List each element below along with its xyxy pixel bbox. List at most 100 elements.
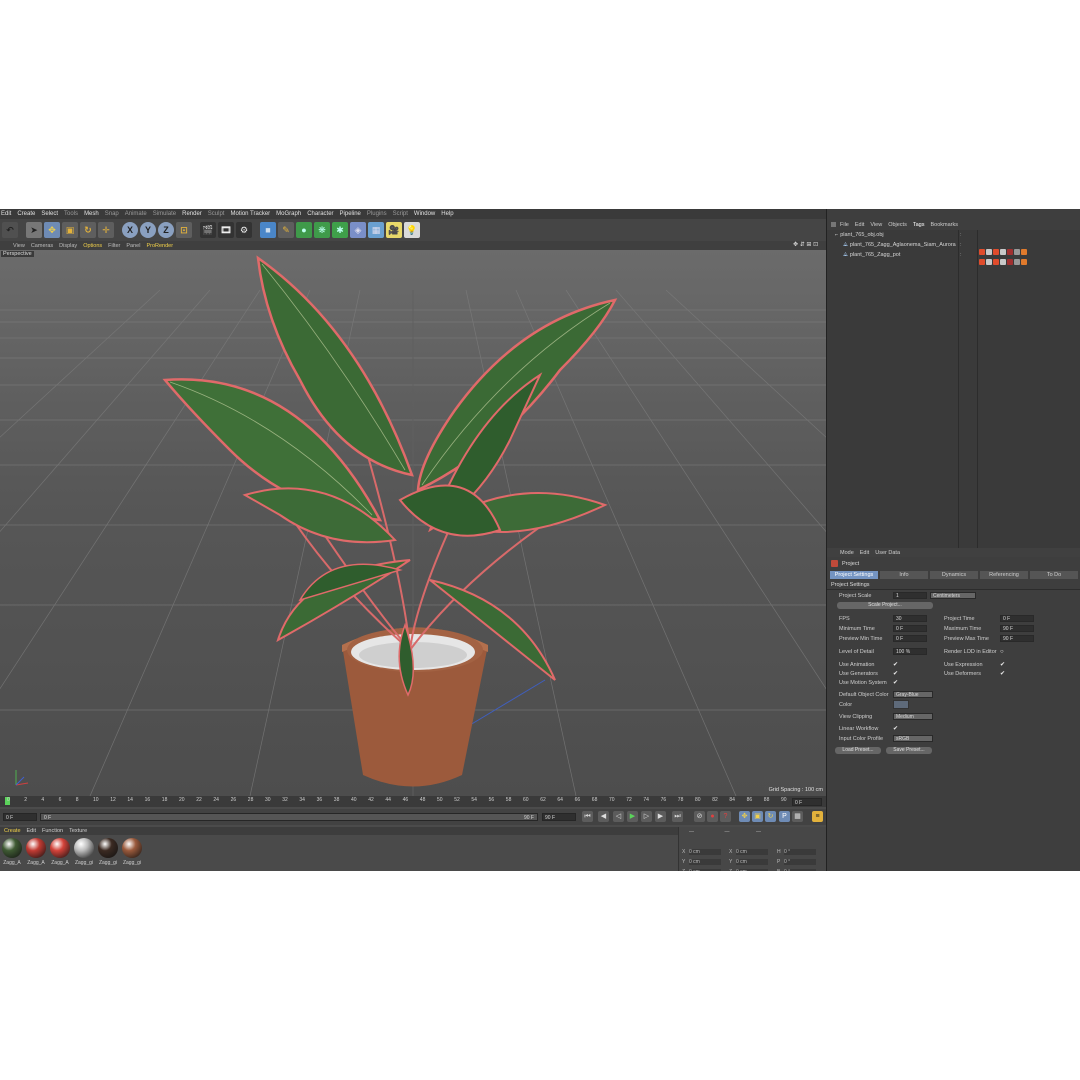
subdivision-icon[interactable]: ● (296, 222, 312, 238)
use-expression-checkbox[interactable]: ✔ (1000, 662, 1006, 668)
rotation-field[interactable]: 0 ° (784, 849, 816, 855)
key-parameter-icon[interactable]: P (779, 811, 790, 822)
material-swatch[interactable]: Zagg_A (49, 838, 71, 870)
x-axis-lock-icon[interactable]: X (122, 222, 138, 238)
render-view-icon[interactable]: 🎬 (200, 222, 216, 238)
menu-item-window[interactable]: Window (414, 211, 435, 217)
size-field[interactable]: 0 cm (736, 869, 768, 871)
select-tool-icon[interactable]: ➤ (26, 222, 42, 238)
material-menu-edit[interactable]: Edit (27, 828, 36, 834)
use-motion-system-checkbox[interactable]: ✔ (893, 680, 899, 686)
level-of-detail-field[interactable]: 100 % (893, 648, 927, 655)
rotate-tool-icon[interactable]: ↻ (80, 222, 96, 238)
project-scale-field[interactable]: 1 (893, 592, 927, 599)
object-menu-tags[interactable]: Tags (913, 222, 925, 228)
array-icon[interactable]: ❋ (314, 222, 330, 238)
record-keys-icon[interactable]: ⊘ (694, 811, 705, 822)
material-tag-icon[interactable] (979, 249, 985, 255)
rotation-field[interactable]: 0 ° (784, 869, 816, 871)
load-preset-button[interactable]: Load Preset... (835, 747, 881, 754)
pen-spline-icon[interactable]: ✎ (278, 222, 294, 238)
menu-item-render[interactable]: Render (182, 211, 202, 217)
object-menu-file[interactable]: File (840, 222, 849, 228)
material-tags[interactable] (979, 249, 1027, 255)
project-scale-unit-dropdown[interactable]: Centimeters (930, 592, 976, 599)
menu-item-character[interactable]: Character (307, 211, 333, 217)
next-key-icon[interactable]: ▶ (655, 811, 666, 822)
fps-field[interactable]: 30 (893, 615, 927, 622)
previous-key-icon[interactable]: ◀ (598, 811, 609, 822)
keyframe-selection-icon[interactable]: ? (720, 811, 731, 822)
visibility-dots-icon[interactable]: : (960, 232, 962, 238)
render-lod-checkbox[interactable]: ○ (1000, 649, 1006, 655)
menu-item-simulate[interactable]: Simulate (153, 211, 176, 217)
viewport-menu-filter[interactable]: Filter (108, 243, 120, 249)
transform-tool-icon[interactable]: ✛ (98, 222, 114, 238)
tab-info[interactable]: Info (880, 571, 928, 579)
object-menu-objects[interactable]: Objects (888, 222, 907, 228)
object-manager-list[interactable]: ⌐ plant_765_obj.obj: ⟁ plant_765_Zagg_Aglao… (827, 230, 1080, 548)
material-tag-icon[interactable] (1000, 259, 1006, 265)
menu-item-tools[interactable]: Tools (64, 211, 78, 217)
input-color-profile-dropdown[interactable]: sRGB (893, 735, 933, 742)
object-menu-edit[interactable]: Edit (855, 222, 864, 228)
menu-item-script[interactable]: Script (393, 211, 408, 217)
scale-project-button[interactable]: Scale Project... (837, 602, 933, 609)
material-tag-icon[interactable] (993, 259, 999, 265)
position-field[interactable]: 0 cm (689, 869, 721, 871)
material-menu-create[interactable]: Create (4, 828, 21, 834)
key-rotation-icon[interactable]: ↻ (765, 811, 776, 822)
menu-item-help[interactable]: Help (441, 211, 453, 217)
menu-item-mesh[interactable]: Mesh (84, 211, 99, 217)
material-tag-icon[interactable] (1014, 249, 1020, 255)
viewport-menu-cameras[interactable]: Cameras (31, 243, 53, 249)
material-tag-icon[interactable] (1021, 249, 1027, 255)
perspective-viewport[interactable]: Perspective Grid Spacing : 100 cm (0, 250, 826, 796)
timeline-frame-field[interactable]: 0 F (792, 798, 822, 806)
object-row[interactable]: ⟁ plant_765_Zagg_Aglaonema_Siam_Aurora: (843, 242, 1027, 255)
render-picture-viewer-icon[interactable]: 🎞 (218, 222, 234, 238)
rotation-field[interactable]: 0 ° (784, 859, 816, 865)
viewport-menu-panel[interactable]: Panel (126, 243, 140, 249)
minimum-time-field[interactable]: 0 F (893, 625, 927, 632)
object-row[interactable]: ⟁ plant_765_Zagg_pot: (843, 252, 1027, 265)
menu-item-pipeline[interactable]: Pipeline (340, 211, 361, 217)
use-generators-checkbox[interactable]: ✔ (893, 671, 899, 677)
menu-item-snap[interactable]: Snap (105, 211, 119, 217)
cube-primitive-icon[interactable]: ■ (260, 222, 276, 238)
tab-to-do[interactable]: To Do (1030, 571, 1078, 579)
material-tag-icon[interactable] (979, 259, 985, 265)
menu-item-plugins[interactable]: Plugins (367, 211, 387, 217)
material-tag-icon[interactable] (1014, 259, 1020, 265)
menu-item-edit[interactable]: Edit (1, 211, 11, 217)
visibility-dots-icon[interactable]: : (960, 242, 962, 248)
material-tag-icon[interactable] (986, 259, 992, 265)
autokey-icon[interactable]: ● (707, 811, 718, 822)
linear-workflow-checkbox[interactable]: ✔ (893, 726, 899, 732)
material-swatch[interactable]: Zagg_A (1, 838, 23, 870)
material-tags[interactable] (979, 259, 1027, 265)
object-menu-bookmarks[interactable]: Bookmarks (930, 222, 958, 228)
material-swatch[interactable]: Zagg_gi (97, 838, 119, 870)
color-swatch[interactable] (893, 700, 909, 709)
z-axis-lock-icon[interactable]: Z (158, 222, 174, 238)
timeline-ruler[interactable]: 0 F 0 2 4 6 8 10 12 14 16 18 20 22 24 26 28 30 32 34 36 38 4… (0, 796, 826, 807)
tab-referencing[interactable]: Referencing (980, 571, 1028, 579)
preview-max-time-field[interactable]: 90 F (1000, 635, 1034, 642)
viewport-nav-icons[interactable]: ✥ ⇵ ⊞ ⊡ (793, 241, 818, 248)
menu-item-create[interactable]: Create (17, 211, 35, 217)
attribute-menu-user-data[interactable]: User Data (875, 550, 900, 556)
material-tag-icon[interactable] (993, 249, 999, 255)
end-frame-field[interactable]: 90 F (542, 813, 576, 821)
menu-item-select[interactable]: Select (41, 211, 58, 217)
material-tag-icon[interactable] (1000, 249, 1006, 255)
viewport-menu-view[interactable]: View (13, 243, 25, 249)
scene-icon[interactable]: ◈ (350, 222, 366, 238)
floor-icon[interactable]: ▦ (368, 222, 384, 238)
menu-item-animate[interactable]: Animate (125, 211, 147, 217)
key-pla-icon[interactable]: ▦ (792, 811, 803, 822)
light-icon[interactable]: 💡 (404, 222, 420, 238)
render-settings-icon[interactable]: ⚙ (236, 222, 252, 238)
go-to-end-icon[interactable]: ⏭ (672, 811, 683, 822)
material-swatch[interactable]: Zagg_gi (73, 838, 95, 870)
